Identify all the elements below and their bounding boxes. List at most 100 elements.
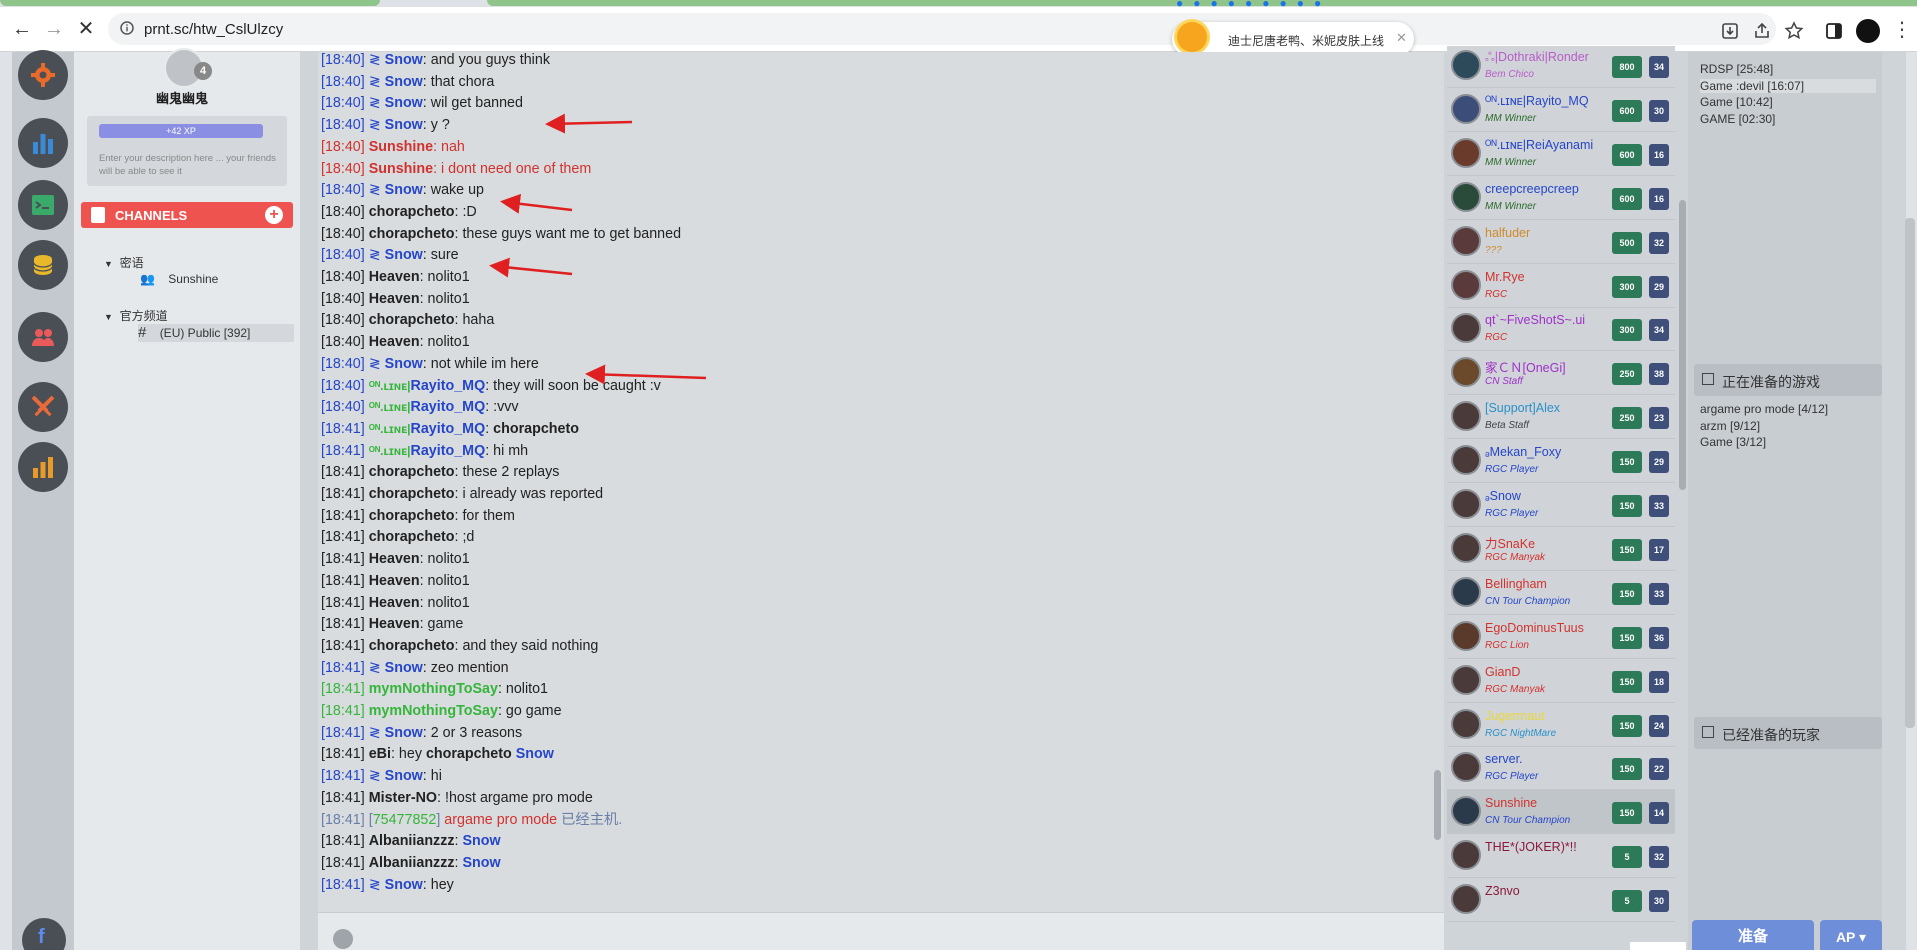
chat-username[interactable]: Snow — [385, 95, 423, 111]
stop-icon[interactable]: ✕ — [74, 17, 98, 41]
chat-username[interactable]: Heaven — [369, 616, 420, 632]
chat-username[interactable]: chorapcheto — [369, 464, 455, 480]
chat-username[interactable]: chorapcheto — [369, 486, 455, 502]
address-bar[interactable]: prnt.sc/htw_CslUlzcy — [108, 13, 1776, 45]
chat-username[interactable]: Sunshine — [369, 161, 433, 177]
chat-username[interactable]: Rayito_MQ — [411, 421, 486, 437]
chat-username[interactable]: Snow — [385, 660, 423, 676]
chat-username[interactable]: Albaniianzzz — [369, 855, 455, 871]
preparing-game-item[interactable]: arzm [9/12] — [1700, 419, 1760, 433]
settings-gear-icon[interactable] — [18, 50, 68, 100]
player-row[interactable]: ᴼᴺ.ʟɪɴᴇ|ReiAyanami MM Winner 600 16 — [1447, 132, 1675, 176]
chat-username[interactable]: Mister-NO — [369, 790, 437, 806]
player-row[interactable]: qt`~FiveShotS~.ui RGC 300 34 — [1447, 307, 1675, 352]
preparing-game-item[interactable]: argame pro mode [4/12] — [1700, 402, 1828, 416]
profile-description[interactable]: Enter your description here ... your fri… — [99, 152, 279, 178]
chat-username[interactable]: chorapcheto — [369, 312, 455, 328]
chat-username[interactable]: Heaven — [369, 269, 420, 285]
tree-group-whisper[interactable]: ▼ 密语 — [104, 254, 144, 271]
player-row[interactable]: server. RGC Player 150 22 — [1447, 746, 1675, 791]
player-row[interactable]: GianD RGC Manyak 150 18 — [1447, 659, 1675, 703]
chat-username[interactable]: chorapcheto — [369, 508, 455, 524]
profile-avatar[interactable] — [1856, 19, 1880, 43]
add-channel-button[interactable]: + — [265, 206, 283, 224]
player-row[interactable]: ₔSnow RGC Player 150 33 — [1447, 483, 1675, 527]
coins-icon[interactable] — [18, 240, 68, 290]
player-row[interactable]: Jugerrnaut RGC NightMare 150 24 — [1447, 703, 1675, 747]
hosting-game-item[interactable]: RDSP [25:48] — [1700, 62, 1773, 76]
terminal-icon[interactable] — [18, 180, 68, 230]
chat-username[interactable]: Snow — [385, 52, 423, 68]
friends-icon[interactable] — [18, 312, 68, 362]
info-icon[interactable] — [120, 20, 134, 36]
chat-username[interactable]: Snow — [385, 117, 423, 133]
player-row[interactable]: Z3nvo 5 30 — [1447, 878, 1675, 923]
back-arrow-icon[interactable]: ← — [10, 17, 34, 41]
player-row[interactable]: ஃ|Dothraki|Ronder Bem Chico 800 34 — [1447, 44, 1675, 88]
player-row[interactable]: ₔMekan_Foxy RGC Player 150 29 — [1447, 439, 1675, 484]
chat-username[interactable]: chorapcheto — [369, 529, 455, 545]
active-tab[interactable] — [0, 0, 380, 6]
share-icon[interactable] — [1752, 21, 1772, 41]
chat-username[interactable]: mymNothingToSay — [369, 681, 498, 697]
chat-username[interactable]: chorapcheto — [369, 226, 455, 242]
avatar[interactable]: 4 — [156, 48, 216, 92]
chat-username[interactable]: Snow — [385, 877, 423, 893]
chat-username[interactable]: Snow — [385, 356, 423, 372]
chat-input-bar[interactable] — [318, 912, 1444, 950]
player-row[interactable]: Sunshine CN Tour Champion 150 14 — [1447, 790, 1675, 835]
ready-button[interactable]: 准备 — [1692, 920, 1814, 950]
chat-username[interactable]: Rayito_MQ — [411, 399, 486, 415]
player-row[interactable]: 力SnaKe RGC Manyak 150 17 — [1447, 527, 1675, 571]
chat-username[interactable]: Heaven — [369, 334, 420, 350]
player-row[interactable]: Mr.Rye RGC 300 29 — [1447, 264, 1675, 308]
chat-username[interactable]: Heaven — [369, 595, 420, 611]
ranking-bars-icon[interactable] — [18, 442, 68, 492]
extension-icons[interactable]: ●●●●●●●●● — [1176, 0, 1331, 10]
ap-dropdown-button[interactable]: AP ▾ — [1820, 920, 1882, 950]
chat-username[interactable]: Sunshine — [369, 139, 433, 155]
player-row[interactable]: 家ＣＮ[OneGi] CN Staff 250 38 — [1447, 351, 1675, 396]
chat-username[interactable]: Snow — [385, 247, 423, 263]
chat-username[interactable]: eBi — [369, 746, 391, 762]
chat-scrollbar[interactable] — [1434, 770, 1441, 840]
stats-chart-icon[interactable] — [18, 118, 68, 168]
player-row[interactable]: halfuder??? 500 32 — [1447, 220, 1675, 264]
chat-username[interactable]: mymNothingToSay — [369, 703, 498, 719]
notification-popup[interactable]: 迪士尼唐老鸭、米妮皮肤上线 ✕ — [1172, 19, 1414, 56]
emoji-icon[interactable] — [333, 929, 353, 949]
more-menu-icon[interactable]: ⋮ — [1892, 17, 1912, 42]
chat-username[interactable]: Rayito_MQ — [411, 443, 486, 459]
chat-username[interactable]: 75477852 — [373, 812, 437, 828]
page-scrollbar[interactable] — [1905, 218, 1915, 728]
tree-group-official[interactable]: ▼ 官方频道 — [104, 307, 168, 324]
chat-username[interactable]: Heaven — [369, 551, 420, 567]
player-row[interactable]: EgoDominusTuus RGC Lion 150 36 — [1447, 615, 1675, 659]
chat-username[interactable]: Snow — [385, 74, 423, 90]
download-icon[interactable] — [1720, 21, 1740, 41]
close-icon[interactable]: ✕ — [1396, 30, 1407, 46]
preparing-game-item[interactable]: Game [3/12] — [1700, 435, 1766, 449]
hosting-game-item[interactable]: Game :devil [16:07] — [1700, 78, 1876, 93]
chat-username[interactable]: Rayito_MQ — [411, 378, 486, 394]
player-row[interactable]: creepcreepcreep MM Winner 600 16 — [1447, 176, 1675, 220]
chat-username[interactable]: Snow — [385, 768, 423, 784]
chat-username[interactable]: Albaniianzzz — [369, 833, 455, 849]
chat-username[interactable]: chorapcheto — [369, 638, 455, 654]
player-list-scrollbar[interactable] — [1679, 200, 1686, 490]
player-row[interactable]: Bellingham CN Tour Champion 150 33 — [1447, 571, 1675, 615]
bookmark-star-icon[interactable] — [1784, 21, 1804, 41]
battle-swords-icon[interactable] — [18, 382, 68, 432]
hosting-game-item[interactable]: Game [10:42] — [1700, 95, 1773, 109]
channel-item-eu-public[interactable]: # (EU) Public [392] — [138, 324, 294, 342]
chat-username[interactable]: Heaven — [369, 573, 420, 589]
player-row[interactable]: ᴼᴺ.ʟɪɴᴇ|Rayito_MQ MM Winner 600 30 — [1447, 88, 1675, 132]
chat-username[interactable]: Heaven — [369, 291, 420, 307]
player-row[interactable]: [Support]Alex Beta Staff 250 23 — [1447, 395, 1675, 440]
chat-username[interactable]: chorapcheto — [369, 204, 455, 220]
side-panel-icon[interactable] — [1824, 21, 1844, 41]
forward-arrow-icon[interactable]: → — [42, 17, 66, 41]
chat-username[interactable]: Snow — [385, 182, 423, 198]
hosting-game-item[interactable]: GAME [02:30] — [1700, 112, 1775, 126]
chat-username[interactable]: Snow — [385, 725, 423, 741]
